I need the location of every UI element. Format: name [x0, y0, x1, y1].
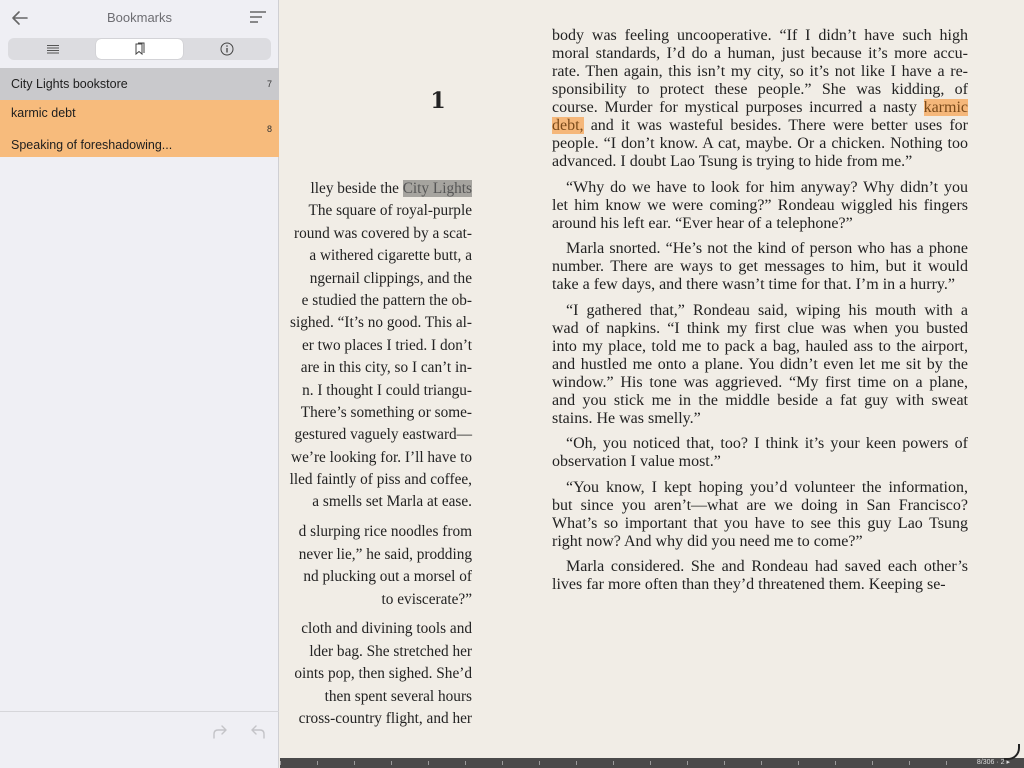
undo-icon — [251, 725, 265, 739]
text-line: e studied the pattern the ob- — [301, 291, 472, 309]
text-line: n. I thought I could triangu- — [302, 381, 472, 399]
sidebar-footer — [0, 711, 279, 768]
chapter-number: 1 — [430, 88, 446, 114]
text-line: a withered cigarette butt, a — [309, 247, 472, 265]
text-line: Marla snorted. “He’s not the kind of per… — [566, 240, 968, 257]
text-line: around his left ear. “Ever hear of a tel… — [552, 214, 853, 232]
bookmark-note: Speaking of foreshadowing... — [11, 138, 173, 152]
bookmark-page: 8 — [266, 124, 272, 134]
text-line: observation I value most.” — [552, 453, 721, 470]
sort-icon — [250, 11, 266, 23]
bookmark-label: City Lights bookstore — [11, 77, 128, 91]
text-line: Marla considered. She and Rondeau had sa… — [566, 558, 968, 575]
text-line: There’s something or some- — [300, 403, 472, 421]
text-line: round was covered by a scat- — [294, 224, 472, 242]
text-line: “Oh, you noticed that, too? I think it’s… — [566, 435, 968, 452]
text-line: body was feeling uncooperative. “If I di… — [552, 27, 968, 44]
text-line: lives far more often than they’d threate… — [552, 576, 946, 593]
paragraph: Marla considered. She and Rondeau had sa… — [552, 558, 968, 594]
tab-info[interactable] — [183, 39, 270, 59]
bookmarks-sidebar: Bookmarks City Lights bookstore 7 karmic… — [0, 0, 279, 768]
text-line: debt, and it was wasteful besides. There… — [552, 117, 968, 134]
text-line: cloth and divining tools and — [301, 620, 472, 638]
bookmark-icon — [135, 42, 144, 56]
text-line: lder bag. She stretched her — [309, 642, 472, 660]
left-page-text: lley beside the City Lights The square of… — [280, 178, 472, 730]
text-line: er two places I tried. I don’t — [301, 336, 472, 354]
tab-contents[interactable] — [9, 39, 96, 59]
contents-list-icon — [46, 45, 59, 54]
text-line: “You know, I kept hoping you’d volunteer… — [566, 478, 968, 496]
scrubber-ticks — [280, 761, 970, 765]
text-line: oints pop, then sighed. She’d — [294, 665, 472, 683]
text-line: sighed. “It’s no good. This al- — [290, 314, 472, 332]
info-icon — [220, 42, 233, 56]
text-line: stains. He was smelly.” — [552, 409, 701, 427]
text-line: cross-country flight, and her — [298, 709, 472, 727]
text-line: then spent several hours — [324, 687, 472, 705]
highlight-city-lights[interactable]: City Lights — [402, 180, 472, 197]
text-line: ngernail clippings, and the — [309, 269, 472, 287]
text-line: lley beside the City Lights — [310, 180, 472, 197]
text-line: lled faintly of piss and coffee, — [289, 471, 472, 489]
text-line: are in this city, so I can’t in- — [300, 359, 472, 377]
text-line: gestured vaguely eastward— — [294, 426, 472, 444]
text-line: let him know we were coming?” Rondeau wi… — [552, 196, 968, 214]
undo-button[interactable] — [249, 724, 267, 742]
paragraph: body was feeling uncooperative. “If I di… — [552, 27, 968, 171]
text-line: number. There are ways to get messages t… — [552, 258, 968, 275]
text-line: window.” His tone was aggrieved. “My fir… — [552, 373, 968, 391]
text-line: nd plucking out a morsel of — [303, 568, 472, 586]
text-line: and you stick me in the middle beside a … — [552, 391, 968, 409]
text-line: moral standards, I’d do a human, just be… — [552, 45, 968, 62]
text-line: d slurping rice noodles from — [298, 523, 472, 541]
text-line: but since you aren’t—what are we doing i… — [552, 496, 968, 514]
paragraph: “You know, I kept hoping you’d volunteer… — [552, 479, 968, 551]
text-line: wad of napkins. “I think my first clue w… — [552, 319, 968, 337]
text-line: never lie,” he said, prodding — [298, 545, 472, 563]
text-line: course. Murder for mystical purposes inc… — [552, 99, 968, 116]
right-page-text: body was feeling uncooperative. “If I di… — [552, 27, 968, 757]
text-line: people. “I don’t know. A cat, maybe. Or … — [552, 135, 968, 152]
text-line: sponsibility to protect these people.” S… — [552, 81, 968, 98]
text-line: What’s so important that you have to see… — [552, 514, 968, 532]
text-line: into my place, told me to pack a bag, ha… — [552, 337, 968, 355]
redo-icon — [213, 725, 227, 739]
paragraph: “I gathered that,” Rondeau said, wiping … — [552, 302, 968, 428]
bookmark-page: 7 — [266, 79, 272, 89]
page-scrubber[interactable]: 8/306 · 2 ▸ — [280, 758, 1024, 768]
tab-bookmarks[interactable] — [96, 39, 183, 59]
sidebar-tabs — [8, 38, 271, 60]
bookmark-item-karmic-debt[interactable]: karmic debt 8 Speaking of foreshadowing.… — [0, 100, 279, 157]
bookmark-label: karmic debt — [11, 106, 76, 120]
paragraph: Marla snorted. “He’s not the kind of per… — [552, 240, 968, 294]
text-line: “Why do we have to look for him anyway? … — [566, 178, 968, 196]
text-line: and hustled me onto a plane. You didn’t … — [552, 355, 968, 373]
paragraph: “Why do we have to look for him anyway? … — [552, 179, 968, 233]
highlight-karmic-debt[interactable]: karmic — [923, 99, 968, 116]
text-line: “I gathered that,” Rondeau said, wiping … — [566, 301, 968, 319]
sort-button[interactable] — [249, 10, 267, 26]
text-line: right now? And why did you need me to co… — [552, 532, 863, 550]
text-line: we’re looking for. I’ll have to — [291, 448, 472, 466]
bookmark-list: City Lights bookstore 7 karmic debt 8 Sp… — [0, 68, 279, 157]
text-line: take a few days, and there wasn’t time f… — [552, 276, 955, 293]
text-line: to eviscerate?” — [381, 590, 472, 608]
bookmark-item-city-lights[interactable]: City Lights bookstore 7 — [0, 68, 279, 100]
sidebar-header: Bookmarks — [0, 0, 279, 36]
text-line: rate. Then again, this isn’t my city, so… — [552, 63, 968, 80]
redo-button[interactable] — [211, 724, 229, 742]
text-line: a smells set Marla at ease. — [312, 493, 472, 511]
text-line: The square of royal-purple — [308, 202, 472, 220]
sidebar-title: Bookmarks — [106, 10, 173, 25]
paragraph: “Oh, you noticed that, too? I think it’s… — [552, 435, 968, 471]
text-line: advanced. I doubt Lao Tsung is trying to… — [552, 153, 913, 170]
highlight-karmic-debt[interactable]: debt, — [552, 117, 584, 134]
